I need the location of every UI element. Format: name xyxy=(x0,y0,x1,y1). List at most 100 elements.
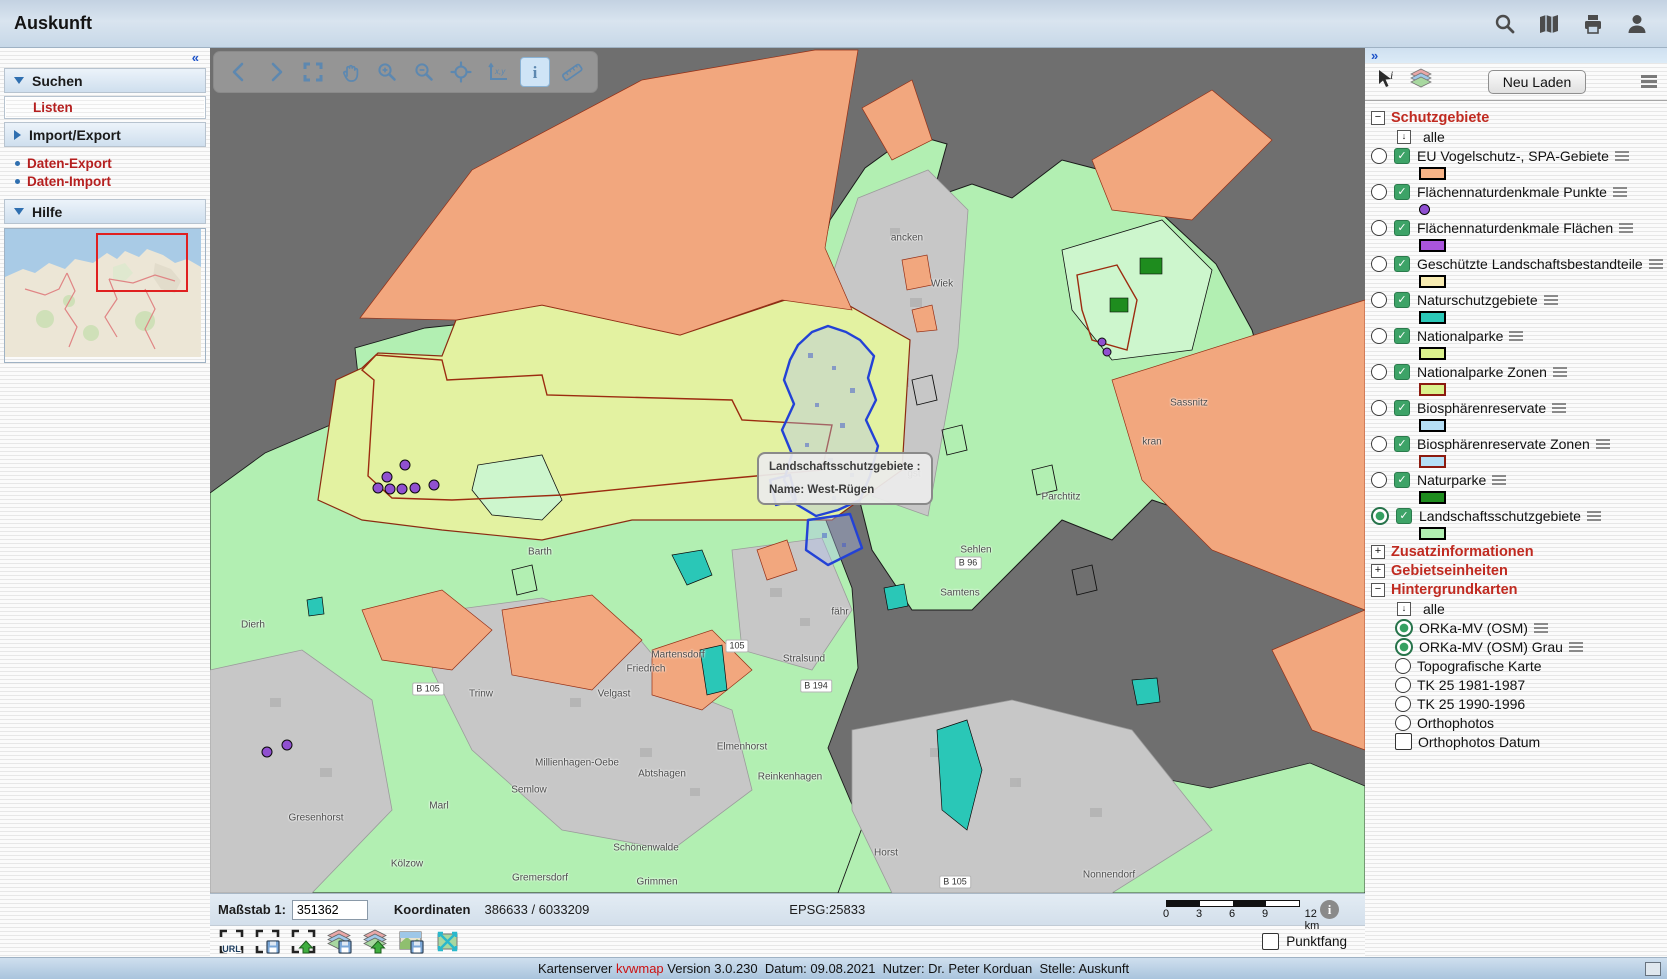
load-layer-settings-button[interactable] xyxy=(362,928,389,955)
expand-panel-icon[interactable]: » xyxy=(1371,51,1376,61)
zoom-out-tool[interactable] xyxy=(409,57,439,87)
active-layer-radio[interactable] xyxy=(1371,436,1387,452)
window-icon[interactable] xyxy=(1645,962,1661,976)
menu-listen[interactable]: Listen xyxy=(5,97,205,118)
active-layer-radio[interactable] xyxy=(1371,148,1387,164)
active-layer-radio[interactable] xyxy=(1371,184,1387,200)
layer-menu-icon[interactable] xyxy=(1587,511,1601,521)
layer-label[interactable]: Naturschutzgebiete xyxy=(1417,292,1538,308)
background-layer-radio[interactable] xyxy=(1395,677,1411,693)
active-layer-radio[interactable] xyxy=(1371,220,1387,236)
layer-menu-icon[interactable] xyxy=(1509,331,1523,341)
load-extent-button[interactable] xyxy=(290,928,317,955)
section-suchen[interactable]: Suchen xyxy=(5,69,205,92)
active-layer-radio[interactable] xyxy=(1371,292,1387,308)
layer-label[interactable]: Biosphärenreservate Zonen xyxy=(1417,436,1590,452)
info-icon[interactable]: i xyxy=(1320,900,1339,919)
layer-menu-icon[interactable] xyxy=(1615,151,1629,161)
expand-group-icon[interactable]: + xyxy=(1371,564,1385,578)
layer-order-icon[interactable] xyxy=(1409,67,1433,96)
zoom-max-extent-button[interactable] xyxy=(434,928,461,955)
active-layer-radio[interactable] xyxy=(1371,400,1387,416)
background-layer-label[interactable]: ORKa-MV (OSM) xyxy=(1419,620,1528,636)
layer-menu-icon[interactable] xyxy=(1596,439,1610,449)
active-layer-radio[interactable] xyxy=(1371,472,1387,488)
background-layer-radio[interactable] xyxy=(1395,696,1411,712)
user-icon[interactable] xyxy=(1625,12,1649,36)
section-import-export[interactable]: Import/Export xyxy=(5,123,205,146)
select-all-label[interactable]: alle xyxy=(1423,129,1445,145)
layer-menu-icon[interactable] xyxy=(1619,223,1633,233)
layer-group-label[interactable]: Schutzgebiete xyxy=(1391,110,1489,126)
layer-label[interactable]: Biosphärenreservate xyxy=(1417,400,1546,416)
select-all-icon[interactable]: ↓ xyxy=(1397,130,1411,144)
measure-tool[interactable] xyxy=(557,57,587,87)
save-layer-settings-button[interactable] xyxy=(326,928,353,955)
select-all-label[interactable]: alle xyxy=(1423,601,1445,617)
layer-visibility-checkbox[interactable]: ✓ xyxy=(1394,436,1410,452)
print-icon[interactable] xyxy=(1581,12,1605,36)
layer-label[interactable]: Flächennaturdenkmale Flächen xyxy=(1417,220,1613,236)
layer-menu-icon[interactable] xyxy=(1553,367,1567,377)
layer-group-label[interactable]: Gebietseinheiten xyxy=(1391,563,1508,579)
history-back-tool[interactable] xyxy=(224,57,254,87)
pan-tool[interactable] xyxy=(335,57,365,87)
layer-menu-icon[interactable] xyxy=(1569,642,1583,652)
layer-label[interactable]: Nationalparke Zonen xyxy=(1417,364,1547,380)
identify-tool-icon[interactable]: i xyxy=(1375,68,1397,95)
menu-daten-export[interactable]: Daten-Export xyxy=(3,154,207,172)
background-layer-label[interactable]: TK 25 1981-1987 xyxy=(1417,677,1525,693)
layer-visibility-checkbox[interactable]: ✓ xyxy=(1394,148,1410,164)
layer-visibility-checkbox[interactable]: ✓ xyxy=(1394,256,1410,272)
layer-visibility-checkbox[interactable]: ✓ xyxy=(1396,508,1412,524)
layer-label[interactable]: Landschaftsschutzgebiete xyxy=(1419,508,1581,524)
layer-menu-icon[interactable] xyxy=(1649,259,1663,269)
background-layer-label[interactable]: TK 25 1990-1996 xyxy=(1417,696,1525,712)
collapse-sidebar-icon[interactable]: « xyxy=(192,53,197,63)
layer-label[interactable]: Nationalparke xyxy=(1417,328,1503,344)
layer-menu-icon[interactable] xyxy=(1552,403,1566,413)
layer-menu-icon[interactable] xyxy=(1534,623,1548,633)
layer-visibility-checkbox[interactable]: ✓ xyxy=(1394,292,1410,308)
layer-visibility-checkbox[interactable]: ✓ xyxy=(1394,184,1410,200)
layer-label[interactable]: Flächennaturdenkmale Punkte xyxy=(1417,184,1607,200)
background-layer-checkbox[interactable] xyxy=(1395,733,1412,750)
overview-map[interactable] xyxy=(4,228,206,363)
collapse-group-icon[interactable]: − xyxy=(1371,583,1385,597)
layer-visibility-checkbox[interactable]: ✓ xyxy=(1394,472,1410,488)
active-layer-radio[interactable] xyxy=(1371,364,1387,380)
save-extent-button[interactable] xyxy=(254,928,281,955)
map-canvas[interactable]: anckenWiekSassnitzkranParchtitzgstSehlen… xyxy=(210,48,1365,893)
layer-menu-icon[interactable] xyxy=(1613,187,1627,197)
search-icon[interactable] xyxy=(1493,12,1517,36)
scale-input[interactable] xyxy=(292,900,368,920)
layer-visibility-checkbox[interactable]: ✓ xyxy=(1394,364,1410,380)
history-forward-tool[interactable] xyxy=(261,57,291,87)
layer-menu-icon[interactable] xyxy=(1544,295,1558,305)
background-layer-radio[interactable] xyxy=(1395,638,1413,656)
active-layer-radio[interactable] xyxy=(1371,328,1387,344)
layer-menu-icon[interactable] xyxy=(1492,475,1506,485)
background-layer-label[interactable]: ORKa-MV (OSM) Grau xyxy=(1419,639,1563,655)
background-layer-label[interactable]: Orthophotos xyxy=(1417,715,1494,731)
menu-daten-import[interactable]: Daten-Import xyxy=(3,172,207,190)
layer-visibility-checkbox[interactable]: ✓ xyxy=(1394,328,1410,344)
background-layer-label[interactable]: Orthophotos Datum xyxy=(1418,734,1540,750)
select-all-icon[interactable]: ↓ xyxy=(1397,602,1411,616)
layer-visibility-checkbox[interactable]: ✓ xyxy=(1394,220,1410,236)
layer-visibility-checkbox[interactable]: ✓ xyxy=(1394,400,1410,416)
punktfang-checkbox[interactable] xyxy=(1262,933,1279,950)
collapse-group-icon[interactable]: − xyxy=(1371,111,1385,125)
active-layer-radio[interactable] xyxy=(1371,256,1387,272)
map-icon[interactable] xyxy=(1537,12,1561,36)
expand-group-icon[interactable]: + xyxy=(1371,545,1385,559)
layer-group-label[interactable]: Zusatzinformationen xyxy=(1391,544,1534,560)
save-map-image-button[interactable] xyxy=(398,928,425,955)
zoom-in-tool[interactable] xyxy=(372,57,402,87)
background-layer-radio[interactable] xyxy=(1395,715,1411,731)
show-coordinates-tool[interactable]: x,y xyxy=(483,57,513,87)
footer-brand[interactable]: kvwmap xyxy=(616,961,664,976)
layer-group-label[interactable]: Hintergrundkarten xyxy=(1391,582,1518,598)
panel-menu-icon[interactable] xyxy=(1641,75,1657,88)
zoom-center-tool[interactable] xyxy=(446,57,476,87)
